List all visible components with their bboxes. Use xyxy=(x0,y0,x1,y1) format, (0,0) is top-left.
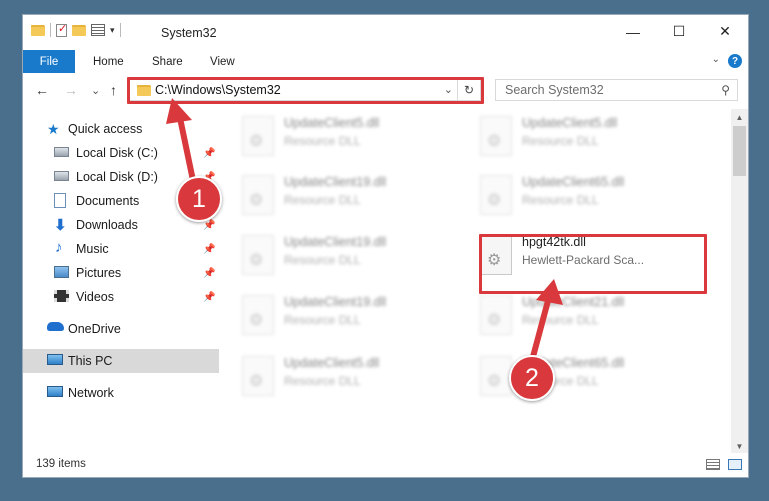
step-2-badge: 2 xyxy=(509,355,555,401)
step-1-badge: 1 xyxy=(176,176,222,222)
arrow-2-head xyxy=(536,279,563,305)
arrow-1-head xyxy=(166,98,192,124)
annotation-arrows xyxy=(166,98,563,369)
